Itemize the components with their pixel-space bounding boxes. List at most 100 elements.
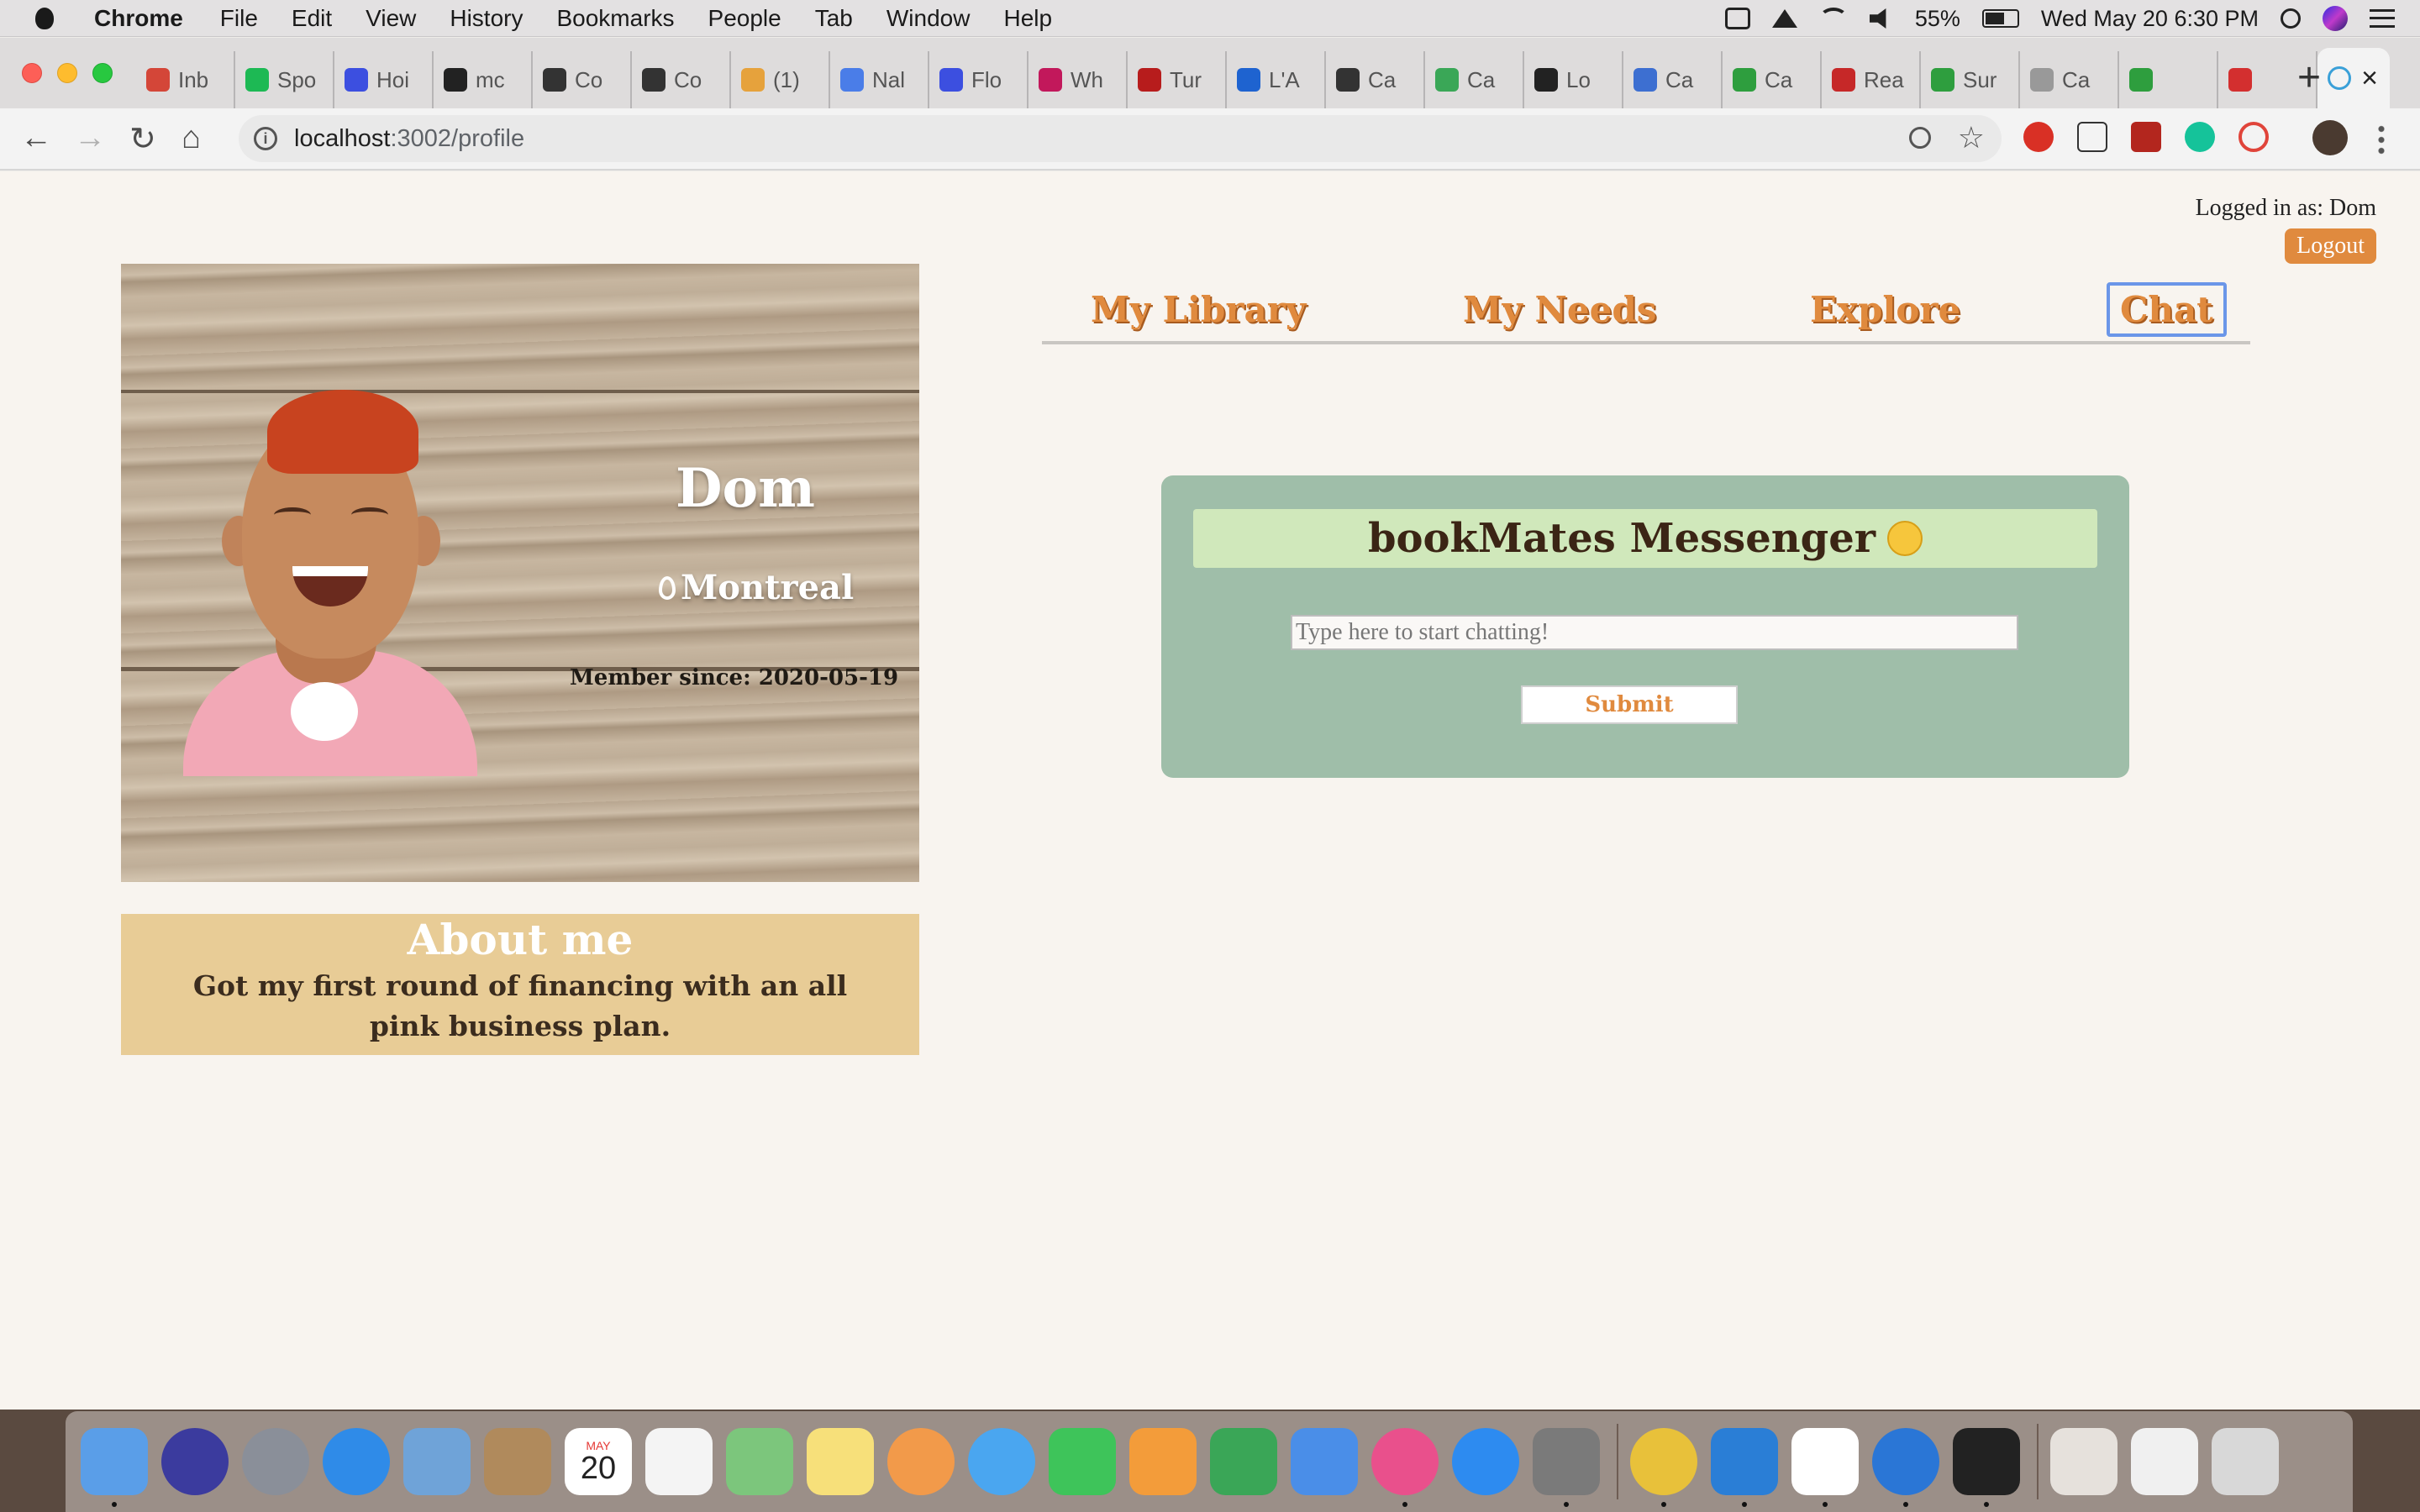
wifi-icon[interactable] [1818, 8, 1848, 29]
trash-icon[interactable] [2212, 1428, 2279, 1495]
apple-menu-icon[interactable] [35, 7, 54, 29]
reload-icon[interactable]: ↻ [129, 120, 156, 158]
nav-explore[interactable]: Explore [1810, 289, 1960, 330]
volume-icon[interactable] [1869, 8, 1886, 29]
logout-button[interactable]: Logout [2285, 228, 2376, 264]
safari-icon[interactable] [323, 1428, 390, 1495]
nav-my-needs[interactable]: My Needs [1463, 289, 1656, 330]
adblock-extension-icon[interactable] [2023, 122, 2054, 152]
terminal-icon[interactable] [1953, 1428, 2020, 1507]
running-indicator [112, 1502, 117, 1507]
browser-tab[interactable]: Ca [2020, 51, 2119, 108]
chrome-icon[interactable] [1630, 1428, 1697, 1507]
finder-icon[interactable] [81, 1428, 148, 1507]
keynote-icon[interactable] [1291, 1428, 1358, 1495]
launchpad-icon[interactable] [242, 1428, 309, 1495]
menu-file[interactable]: File [220, 5, 258, 32]
new-tab-button[interactable]: + [2297, 55, 2321, 101]
chat-submit-button[interactable]: Submit [1521, 685, 1738, 724]
slack-icon[interactable] [1791, 1428, 1859, 1507]
browser-tab[interactable]: Co [533, 51, 632, 108]
chat-message-input[interactable] [1291, 615, 2018, 650]
browser-tab[interactable]: Wh [1028, 51, 1128, 108]
notes-icon[interactable] [807, 1428, 874, 1495]
clock[interactable]: Wed May 20 6:30 PM [2041, 6, 2259, 32]
menu-bookmarks[interactable]: Bookmarks [556, 5, 674, 32]
avatar-eye [274, 507, 311, 522]
browser-tab[interactable]: Co [632, 51, 731, 108]
tab-title: mc [476, 66, 505, 92]
json-extension-icon[interactable] [2077, 122, 2107, 152]
profile-banner: Dom Montreal Member since: 2020-05-19 [121, 264, 919, 882]
address-bar[interactable]: i localhost:3002/profile ☆ [239, 115, 2002, 162]
browser-tab[interactable]: Tur [1128, 51, 1227, 108]
spotlight-icon[interactable] [2281, 8, 2301, 29]
airplay-icon[interactable] [1771, 9, 1797, 28]
browser-tab[interactable]: Ca [1425, 51, 1524, 108]
browser-tab[interactable]: Spo [235, 51, 334, 108]
menu-people[interactable]: People [708, 5, 781, 32]
itunes-icon[interactable] [1371, 1428, 1439, 1507]
menu-help[interactable]: Help [1003, 5, 1052, 32]
browser-tab[interactable]: Hoi [334, 51, 434, 108]
browser-tab-active[interactable]: × [2317, 48, 2390, 108]
browser-tab[interactable] [2119, 51, 2218, 108]
lastpass-extension-icon[interactable] [2238, 122, 2269, 152]
teamviewer-status-icon[interactable] [1724, 8, 1750, 29]
menu-view[interactable]: View [366, 5, 416, 32]
menu-window[interactable]: Window [886, 5, 971, 32]
fullscreen-window-button[interactable] [92, 63, 113, 83]
back-icon[interactable]: ← [20, 120, 52, 156]
menu-history[interactable]: History [450, 5, 523, 32]
colorpicker-extension-icon[interactable] [2131, 122, 2161, 152]
menu-tab[interactable]: Tab [815, 5, 853, 32]
browser-tab[interactable]: Sur [1921, 51, 2020, 108]
system-preferences-icon[interactable] [1533, 1428, 1600, 1507]
chrome-menu-icon[interactable] [2378, 123, 2385, 155]
menu-app-name[interactable]: Chrome [94, 5, 183, 32]
browser-tab[interactable]: Ca [1723, 51, 1822, 108]
nav-my-library[interactable]: My Library [1091, 289, 1306, 330]
calendar-icon[interactable]: MAY 20 [565, 1428, 632, 1495]
profile-avatar[interactable] [2312, 120, 2348, 155]
siri-icon[interactable] [161, 1428, 229, 1495]
reminders-icon[interactable] [645, 1428, 713, 1495]
browser-tab[interactable]: L'A [1227, 51, 1326, 108]
close-tab-icon[interactable]: × [2361, 64, 2378, 92]
battery-icon[interactable] [1981, 9, 2019, 28]
user-folder-icon[interactable] [2050, 1428, 2118, 1495]
browser-tab[interactable]: Ca [1326, 51, 1425, 108]
browser-tab[interactable]: Rea [1822, 51, 1921, 108]
zoom-icon[interactable] [1909, 127, 1931, 149]
mail-icon[interactable] [403, 1428, 471, 1495]
browser-tab[interactable]: (1) [731, 51, 830, 108]
browser-tab[interactable]: mc [434, 51, 533, 108]
minimize-window-button[interactable] [57, 63, 77, 83]
browser-tab[interactable]: Nal [830, 51, 929, 108]
site-info-icon[interactable]: i [254, 127, 277, 150]
notification-center-icon[interactable] [2370, 9, 2395, 28]
chrome-window-icon[interactable] [2131, 1428, 2198, 1495]
nav-chat[interactable]: Chat [2107, 282, 2227, 337]
browser-tab[interactable]: Ca [1623, 51, 1723, 108]
grammarly-extension-icon[interactable] [2185, 122, 2215, 152]
home-icon[interactable]: ⌂ [182, 120, 201, 156]
siri-icon[interactable] [2323, 6, 2348, 31]
menu-edit[interactable]: Edit [292, 5, 332, 32]
facetime-icon[interactable] [1049, 1428, 1116, 1495]
bookmark-star-icon[interactable]: ☆ [1958, 120, 1985, 155]
browser-tab[interactable]: Inb [136, 51, 235, 108]
contacts-icon[interactable] [484, 1428, 551, 1495]
appstore-icon[interactable] [1452, 1428, 1519, 1495]
teamviewer-icon[interactable] [1872, 1428, 1939, 1507]
maps-icon[interactable] [726, 1428, 793, 1495]
photos-icon[interactable] [887, 1428, 955, 1495]
browser-tab[interactable]: Flo [929, 51, 1028, 108]
numbers-icon[interactable] [1210, 1428, 1277, 1495]
messages-icon[interactable] [968, 1428, 1035, 1495]
forward-icon[interactable]: → [74, 120, 106, 156]
close-window-button[interactable] [22, 63, 42, 83]
vscode-icon[interactable] [1711, 1428, 1778, 1507]
browser-tab[interactable]: Lo [1524, 51, 1623, 108]
pages-icon[interactable] [1129, 1428, 1197, 1495]
